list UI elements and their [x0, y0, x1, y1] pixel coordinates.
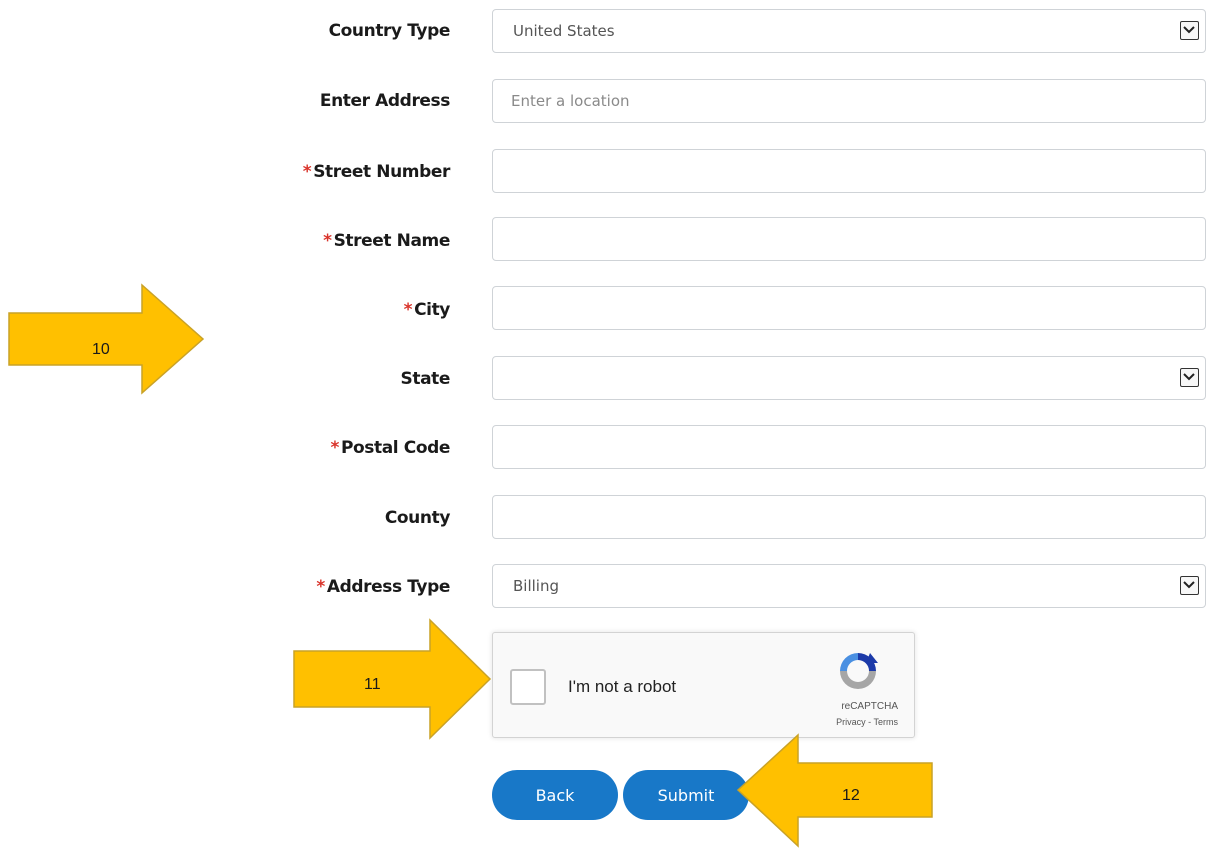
recaptcha-text: I'm not a robot [568, 677, 677, 696]
required-marker: * [330, 438, 339, 458]
county-input[interactable] [492, 495, 1206, 539]
state-select[interactable] [492, 356, 1206, 400]
back-button[interactable]: Back [492, 770, 618, 820]
address-form-page: Country Type United States Enter Address… [0, 0, 1207, 848]
required-marker: * [316, 577, 325, 597]
annotation-label-10: 10 [92, 341, 110, 358]
required-marker: * [323, 231, 332, 251]
chevron-down-icon [1180, 21, 1199, 40]
recaptcha-brand: reCAPTCHA [841, 701, 898, 712]
enter-address-placeholder: Enter a location [511, 92, 630, 110]
annotation-arrow-12-icon [736, 733, 933, 848]
country-type-value: United States [513, 22, 615, 40]
enter-address-label: Enter Address [319, 91, 451, 111]
address-type-select[interactable]: Billing [492, 564, 1206, 608]
country-type-select[interactable]: United States [492, 9, 1206, 53]
street-number-label: * Street Number [302, 162, 451, 182]
postal-code-label: * Postal Code [330, 438, 450, 458]
chevron-down-icon [1180, 368, 1199, 387]
chevron-down-icon [1180, 576, 1199, 595]
recaptcha-checkbox[interactable] [510, 669, 546, 705]
street-name-input[interactable] [492, 217, 1206, 261]
street-number-input[interactable] [492, 149, 1206, 193]
required-marker: * [302, 162, 312, 182]
submit-button[interactable]: Submit [623, 770, 749, 820]
city-input[interactable] [492, 286, 1206, 330]
recaptcha-widget: I'm not a robot reCAPTCHA Privacy - Term… [492, 632, 915, 738]
country-type-label: Country Type [328, 21, 451, 41]
annotation-arrow-10-icon [8, 283, 205, 395]
required-marker: * [403, 300, 413, 320]
recaptcha-links[interactable]: Privacy - Terms [836, 717, 898, 727]
annotation-arrow-11-icon [293, 618, 492, 740]
county-label: County [384, 508, 451, 528]
annotation-label-12: 12 [842, 787, 860, 804]
postal-code-input[interactable] [492, 425, 1206, 469]
address-type-label: * Address Type [316, 577, 450, 597]
recaptcha-logo-icon [836, 649, 880, 698]
address-type-value: Billing [513, 577, 559, 595]
enter-address-input[interactable]: Enter a location [492, 79, 1206, 123]
annotation-label-11: 11 [364, 676, 381, 693]
street-name-label: * Street Name [323, 231, 450, 251]
